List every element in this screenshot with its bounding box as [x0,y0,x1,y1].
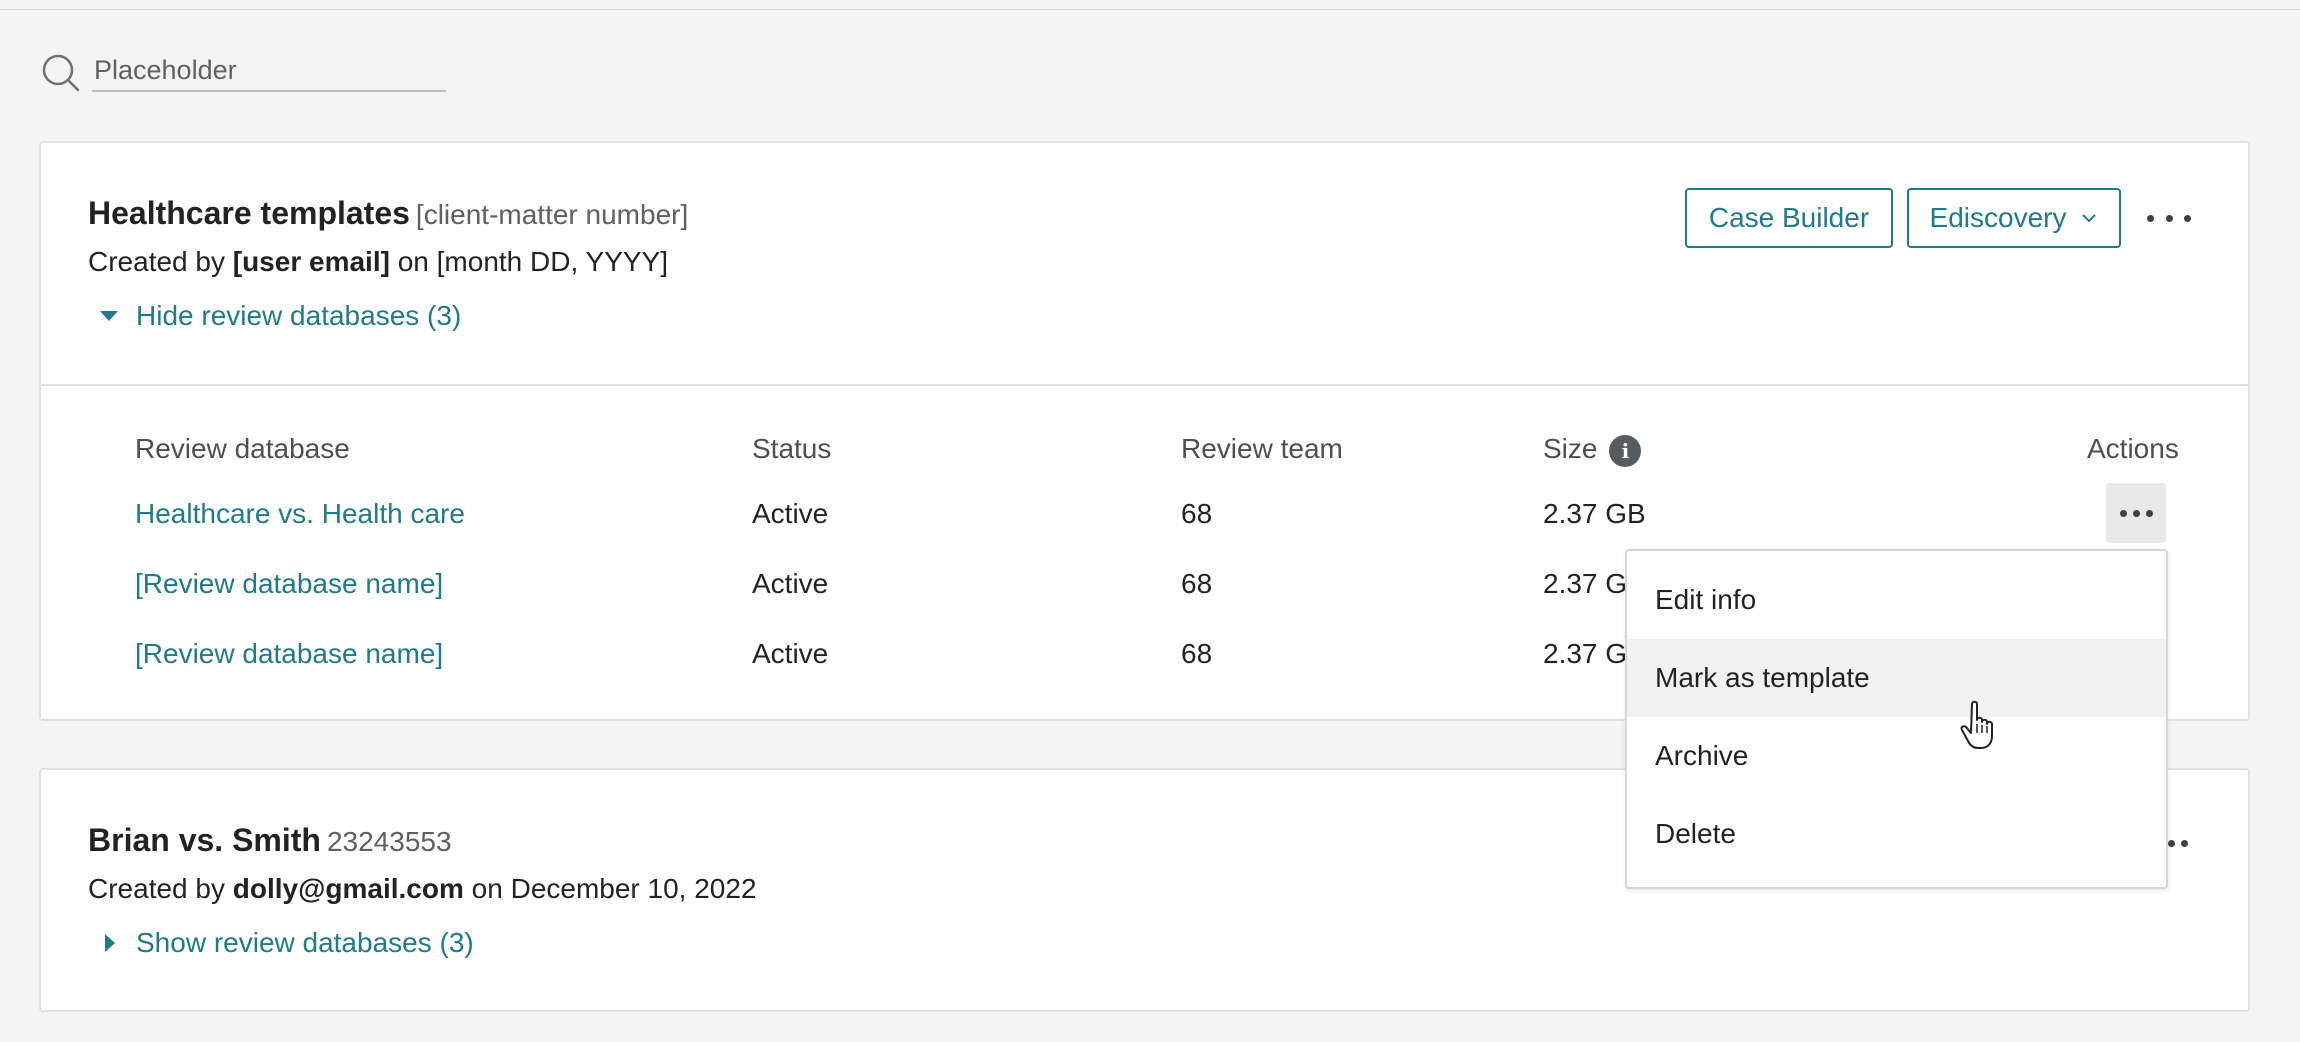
created-on-prefix: on [397,246,429,277]
search-input[interactable] [92,50,446,92]
col-header-size[interactable]: Size i [1543,433,1642,467]
col-header-review-database[interactable]: Review database [135,433,350,465]
status-cell: Active [752,498,829,529]
review-team-cell: 68 [1181,638,1213,669]
card-more-options-icon[interactable] [2147,198,2191,238]
col-header-actions: Actions [2087,433,2179,464]
info-icon[interactable]: i [1609,434,1642,467]
case-title: Healthcare templates [88,195,410,231]
chevron-down-icon [2082,214,2097,223]
status-cell: Active [752,638,829,669]
hide-review-databases-toggle[interactable]: Hide review databases (3) [96,300,461,332]
card-divider [41,384,2248,386]
menu-item-archive[interactable]: Archive [1627,717,2166,795]
col-header-status[interactable]: Status [752,433,831,465]
ediscovery-dropdown-button[interactable]: Ediscovery [1907,188,2121,248]
created-by-email: dolly@gmail.com [232,873,464,904]
top-bar-edge [0,0,2300,10]
created-date: [month DD, YYYY] [436,246,668,277]
created-prefix: Created by [88,873,225,904]
created-prefix: Created by [88,246,225,277]
toggle-label: Hide review databases (3) [136,300,462,331]
caret-down-icon [100,311,118,321]
menu-item-edit-info[interactable]: Edit info [1627,561,2166,639]
search-bar[interactable] [40,50,450,94]
status-cell: Active [752,568,829,599]
ediscovery-label: Ediscovery [1929,202,2067,233]
created-on-prefix: on [471,873,503,904]
created-date: December 10, 2022 [510,873,757,904]
toggle-label: Show review databases (3) [136,927,474,958]
case-title-line: Healthcare templates [client-matter numbe… [88,195,688,232]
review-team-cell: 68 [1181,498,1213,529]
row-actions-menu: Edit info Mark as template Archive Delet… [1625,549,2168,889]
client-matter-number: [client-matter number] [415,199,689,230]
row-actions-button[interactable] [2106,483,2166,543]
caret-right-icon [105,934,115,952]
review-db-link[interactable]: Healthcare vs. Health care [135,498,465,530]
created-by-email: [user email] [232,246,390,277]
created-by-line: Created by dolly@gmail.com on December 1… [88,873,757,905]
search-icon [42,54,80,92]
col-header-review-team[interactable]: Review team [1181,433,1343,465]
review-db-link[interactable]: [Review database name] [135,568,443,600]
client-matter-number: 23243553 [326,826,452,857]
show-review-databases-toggle[interactable]: Show review databases (3) [96,927,474,959]
case-title: Brian vs. Smith [88,822,321,858]
case-title-line: Brian vs. Smith 23243553 [88,822,452,859]
review-db-link[interactable]: [Review database name] [135,638,443,670]
case-builder-label: Case Builder [1708,202,1870,233]
review-team-cell: 68 [1181,568,1213,599]
hand-pointer-cursor-icon [1960,700,1993,749]
case-builder-button[interactable]: Case Builder [1685,188,1893,248]
menu-item-mark-as-template[interactable]: Mark as template [1627,639,2166,717]
menu-item-delete[interactable]: Delete [1627,795,2166,873]
size-header-label: Size [1543,433,1598,464]
size-cell: 2.37 GB [1543,498,1646,529]
created-by-line: Created by [user email] on [month DD, YY… [88,246,668,278]
